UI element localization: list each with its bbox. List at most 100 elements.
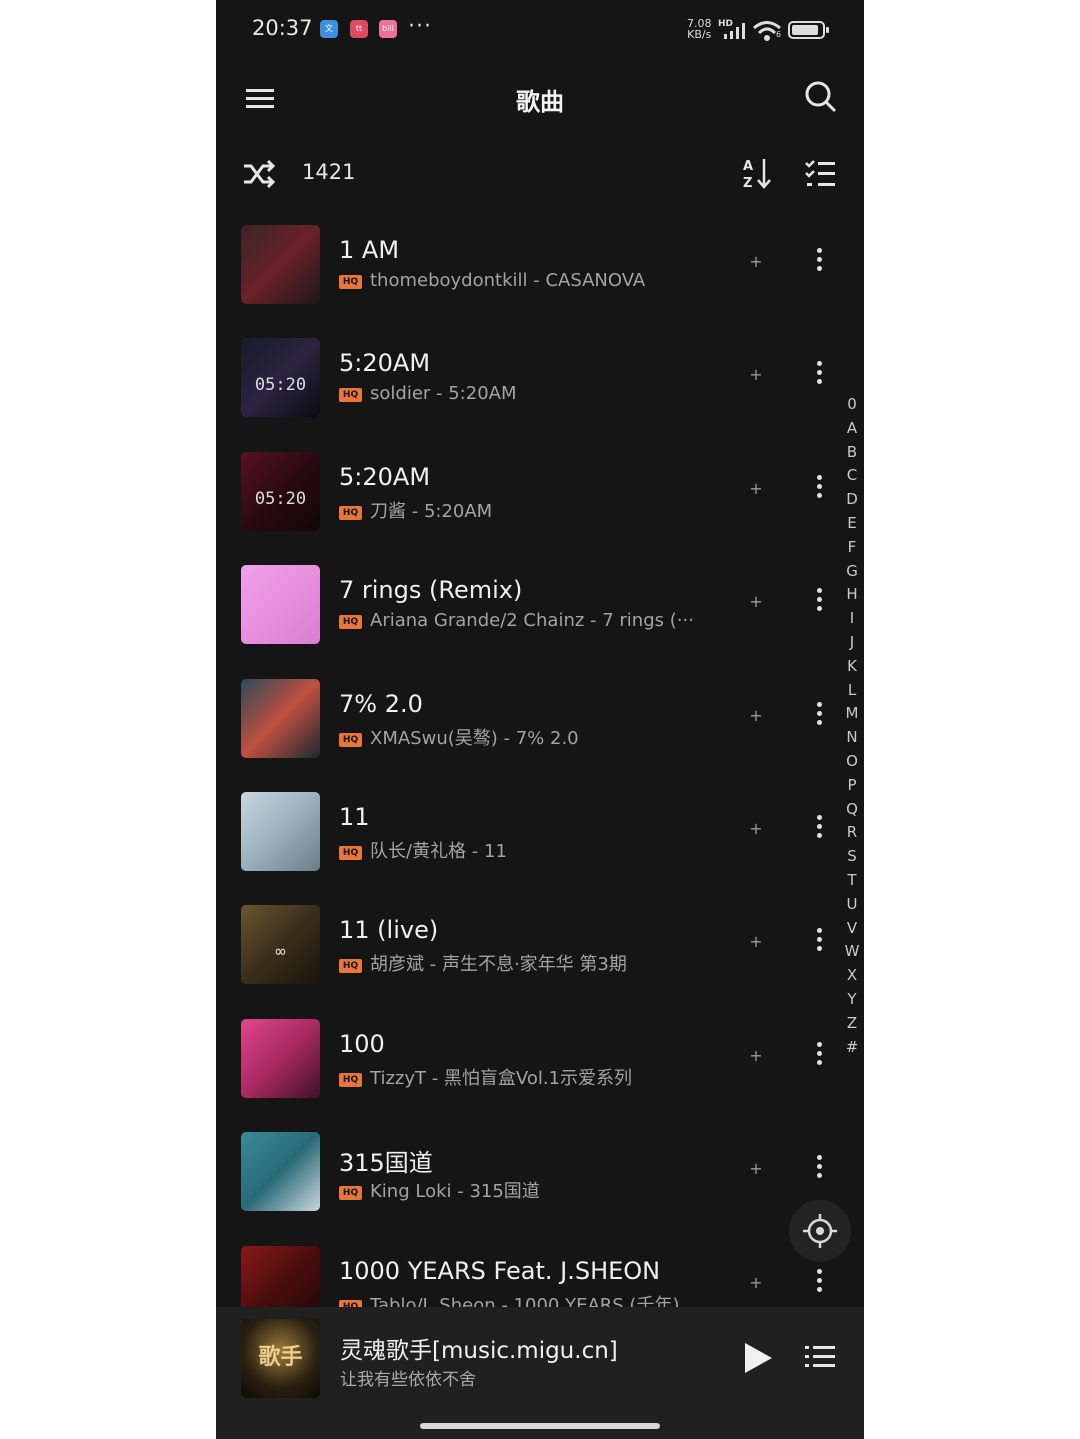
alphabet-letter[interactable]: Z <box>840 1012 864 1036</box>
song-title: 11 <box>339 803 370 831</box>
hq-badge-icon: HQ <box>339 1299 362 1307</box>
add-to-playlist-icon[interactable]: + <box>746 1159 766 1179</box>
now-playing-bar[interactable]: 歌手 灵魂歌手[music.migu.cn] 让我有些依依不舍 <box>216 1307 864 1439</box>
hq-badge-icon: HQ <box>339 1186 362 1201</box>
song-subtitle: HQ 队长/黄礼格 - 11 <box>339 837 709 861</box>
playlist-queue-icon[interactable] <box>804 1341 836 1373</box>
cellular-signal-icon <box>724 23 745 39</box>
album-cover <box>241 1245 320 1307</box>
song-title: 5:20AM <box>339 462 431 491</box>
alphabet-letter[interactable]: Q <box>840 798 864 822</box>
shuffle-icon[interactable] <box>242 158 276 190</box>
alphabet-letter[interactable]: I <box>840 607 864 631</box>
status-time: 20:37 <box>252 16 313 40</box>
song-title: 315国道 <box>339 1149 433 1178</box>
alphabet-letter[interactable]: L <box>840 679 864 703</box>
song-row[interactable]: 7% 2.0 HQ XMASwu(吴骜) - 7% 2.0 + <box>216 674 846 787</box>
song-title: 100 <box>339 1029 385 1058</box>
svg-text:Z: Z <box>743 176 752 190</box>
song-row[interactable]: 7 rings (Remix) HQ Ariana Grande/2 Chainz … <box>216 560 846 673</box>
sort-az-icon[interactable]: A Z <box>742 156 772 190</box>
song-row[interactable]: 100 HQ TizzyT - 黑怕盲盒Vol.1示爱系列 + <box>216 1014 846 1127</box>
locate-current-song-icon[interactable] <box>789 1200 851 1262</box>
notification-app-icon: tt <box>350 20 368 38</box>
now-playing-cover[interactable]: 歌手 <box>241 1319 320 1398</box>
alphabet-letter[interactable]: 0 <box>840 393 864 417</box>
song-title: 1 AM <box>339 236 400 264</box>
alphabet-letter[interactable]: F <box>840 536 864 560</box>
more-options-icon[interactable] <box>808 357 830 393</box>
add-to-playlist-icon[interactable]: + <box>746 932 766 952</box>
song-row[interactable]: 1 AM HQ thomeboydontkill - CASANOVA + <box>216 220 846 333</box>
more-options-icon[interactable] <box>808 698 830 734</box>
song-row[interactable]: ∞ 11 (live) HQ 胡彦斌 - 声生不息·家年华 第3期 + <box>216 900 846 1013</box>
more-options-icon[interactable] <box>808 1265 830 1301</box>
alphabet-letter[interactable]: G <box>840 560 864 584</box>
alphabet-letter[interactable]: R <box>840 821 864 845</box>
notification-app-icon: 文 <box>320 20 338 38</box>
list-toolbar: 1421 A Z <box>216 142 864 206</box>
song-list: 1 AM HQ thomeboydontkill - CASANOVA +05:20 5… <box>216 220 864 1307</box>
play-icon[interactable] <box>742 1341 774 1375</box>
song-row[interactable]: 315国道 HQ King Loki - 315国道 + <box>216 1127 846 1240</box>
alphabet-letter[interactable]: X <box>840 964 864 988</box>
alphabet-letter[interactable]: P <box>840 774 864 798</box>
more-options-icon[interactable] <box>808 1038 830 1074</box>
alphabet-letter[interactable]: H <box>840 583 864 607</box>
add-to-playlist-icon[interactable]: + <box>746 819 766 839</box>
alphabet-letter[interactable]: V <box>840 917 864 941</box>
alphabet-index[interactable]: 0 A B C D E F G H I J K L M N O P Q R S T U V W X Y Z # <box>840 393 864 1059</box>
more-options-icon[interactable] <box>808 244 830 280</box>
add-to-playlist-icon[interactable]: + <box>746 479 766 499</box>
more-options-icon[interactable] <box>808 924 830 960</box>
alphabet-letter[interactable]: J <box>840 631 864 655</box>
alphabet-letter[interactable]: Y <box>840 988 864 1012</box>
more-options-icon[interactable] <box>808 1151 830 1187</box>
alphabet-letter[interactable]: N <box>840 726 864 750</box>
hq-badge-icon: HQ <box>339 732 362 747</box>
add-to-playlist-icon[interactable]: + <box>746 1046 766 1066</box>
song-row[interactable]: 05:20 5:20AM HQ soldier - 5:20AM + <box>216 333 846 446</box>
song-row[interactable]: 05:20 5:20AM HQ 刀酱 - 5:20AM + <box>216 447 846 560</box>
add-to-playlist-icon[interactable]: + <box>746 365 766 385</box>
more-options-icon[interactable] <box>808 811 830 847</box>
add-to-playlist-icon[interactable]: + <box>746 592 766 612</box>
album-cover: ∞ <box>241 905 320 985</box>
add-to-playlist-icon[interactable]: + <box>746 252 766 272</box>
alphabet-letter[interactable]: D <box>840 488 864 512</box>
album-cover <box>241 792 320 871</box>
album-cover <box>241 1018 320 1098</box>
alphabet-letter[interactable]: C <box>840 464 864 488</box>
song-row[interactable]: 1000 YEARS Feat. J.SHEON HQ Tablo/J. Sheon… <box>216 1241 846 1307</box>
song-subtitle: HQ XMASwu(吴骜) - 7% 2.0 <box>339 724 709 748</box>
alphabet-letter[interactable]: S <box>840 845 864 869</box>
song-title: 5:20AM <box>339 349 431 378</box>
alphabet-letter[interactable]: A <box>840 417 864 441</box>
alphabet-letter[interactable]: U <box>840 893 864 917</box>
search-icon[interactable] <box>804 80 838 114</box>
hq-badge-icon: HQ <box>339 505 362 520</box>
album-cover: 05:20 <box>241 338 320 418</box>
song-row[interactable]: 11 HQ 队长/黄礼格 - 11 + <box>216 787 846 900</box>
now-playing-title: 灵魂歌手[music.migu.cn] <box>340 1338 618 1364</box>
song-artist-album: 胡彦斌 - 声生不息·家年华 第3期 <box>370 954 627 975</box>
alphabet-letter[interactable]: # <box>840 1036 864 1060</box>
alphabet-letter[interactable]: W <box>840 940 864 964</box>
hq-badge-icon: HQ <box>339 1072 362 1087</box>
alphabet-letter[interactable]: T <box>840 869 864 893</box>
alphabet-letter[interactable]: K <box>840 655 864 679</box>
add-to-playlist-icon[interactable]: + <box>746 706 766 726</box>
alphabet-letter[interactable]: M <box>840 702 864 726</box>
alphabet-letter[interactable]: O <box>840 750 864 774</box>
alphabet-letter[interactable]: E <box>840 512 864 536</box>
add-to-playlist-icon[interactable]: + <box>746 1273 766 1293</box>
app-header: 歌曲 <box>216 62 864 134</box>
alphabet-letter[interactable]: B <box>840 441 864 465</box>
more-options-icon[interactable] <box>808 584 830 620</box>
song-subtitle: HQ TizzyT - 黑怕盲盒Vol.1示爱系列 <box>339 1064 709 1088</box>
home-indicator[interactable] <box>420 1423 660 1429</box>
album-cover <box>241 225 320 304</box>
song-artist-album: Ariana Grande/2 Chainz - 7 rings (··· <box>370 610 694 632</box>
multi-select-icon[interactable] <box>804 158 836 190</box>
more-options-icon[interactable] <box>808 471 830 507</box>
